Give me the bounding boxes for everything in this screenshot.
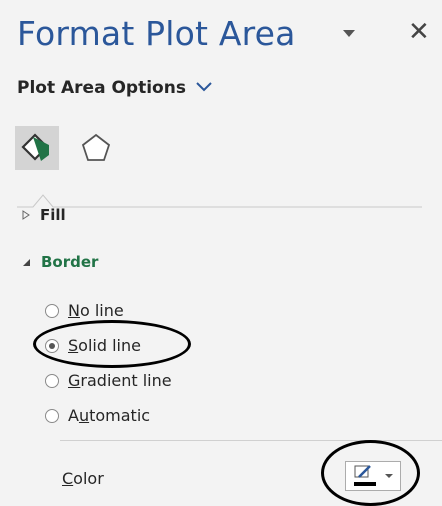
pane-title: Format Plot Area xyxy=(17,14,296,53)
no-line-radio[interactable] xyxy=(45,303,59,318)
effects-tab[interactable] xyxy=(80,132,112,168)
fill-section-header[interactable]: Fill xyxy=(22,206,66,224)
close-icon[interactable]: ✕ xyxy=(408,17,430,47)
fill-section-label: Fill xyxy=(40,206,66,224)
automatic-label: Automatic xyxy=(68,406,151,425)
no-line-option[interactable]: No line xyxy=(45,301,124,320)
tab-indicator xyxy=(17,194,422,208)
annotation-circle-solid-line xyxy=(33,320,191,368)
gradient-line-radio[interactable] xyxy=(45,373,59,388)
plot-area-options-label: Plot Area Options xyxy=(17,78,186,98)
annotation-circle-color-button xyxy=(321,440,420,506)
effects-icon xyxy=(81,133,111,161)
automatic-option[interactable]: Automatic xyxy=(45,406,150,425)
caret-right-icon xyxy=(22,210,30,220)
fill-line-tab[interactable] xyxy=(15,126,59,170)
gradient-line-label: Gradient line xyxy=(68,371,172,390)
border-section-label: Border xyxy=(41,253,99,271)
format-plot-area-pane: Format Plot Area ✕ Plot Area Options Fil… xyxy=(0,0,442,506)
border-section-header[interactable]: Border xyxy=(22,253,98,271)
color-label: Color xyxy=(62,469,104,488)
fill-line-icon xyxy=(21,133,49,161)
caret-down-icon xyxy=(23,258,30,266)
chevron-down-icon xyxy=(196,82,212,92)
gradient-line-option[interactable]: Gradient line xyxy=(45,371,172,390)
automatic-radio[interactable] xyxy=(45,408,59,423)
pane-options-dropdown-icon[interactable] xyxy=(343,30,355,37)
plot-area-options-menu[interactable]: Plot Area Options xyxy=(17,78,212,98)
no-line-label: No line xyxy=(68,301,124,320)
